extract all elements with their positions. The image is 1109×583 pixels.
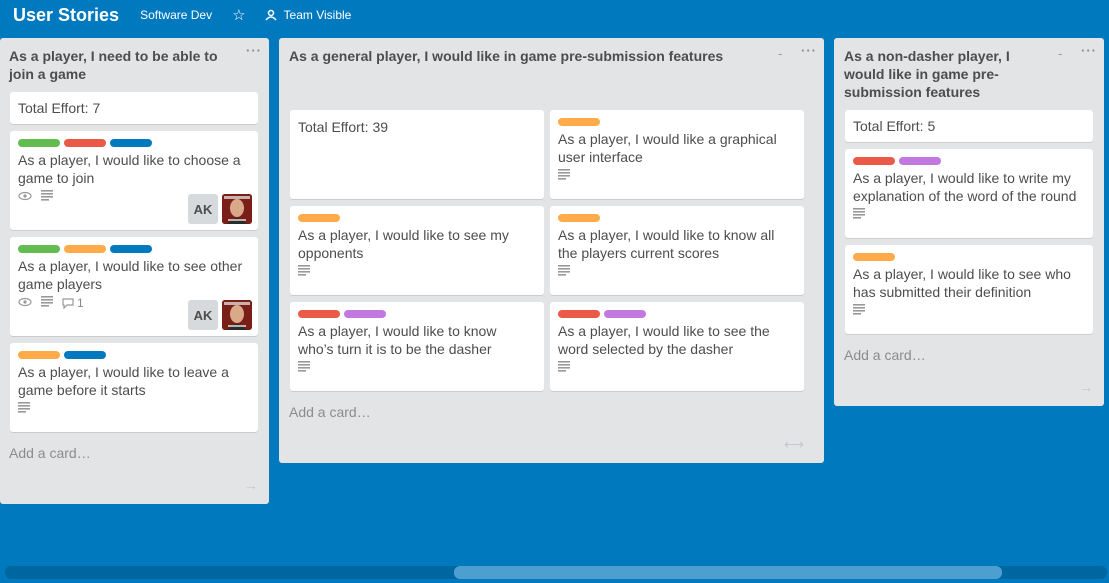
label-orange (558, 118, 600, 126)
label-purple (604, 310, 646, 318)
card-title: As a player, I would like to see who has … (853, 266, 1071, 300)
watch-eye-icon (18, 294, 32, 312)
description-icon (298, 263, 310, 281)
description-icon (853, 206, 865, 224)
card-title: As a player, I would like to know who’s t… (298, 323, 497, 357)
member-avatar-photo[interactable] (222, 194, 252, 224)
card-title: As a player, I would like to leave a game… (18, 364, 229, 398)
label-purple (344, 310, 386, 318)
label-red (64, 139, 106, 147)
description-icon (18, 400, 30, 418)
list-menu-icon[interactable]: ··· (801, 43, 817, 58)
label-green (18, 139, 60, 147)
label-blue (110, 139, 152, 147)
member-avatar-initials[interactable]: AK (188, 194, 218, 224)
description-icon (853, 302, 865, 320)
label-red (558, 310, 600, 318)
effort-card[interactable]: Total Effort: 39 (290, 110, 544, 199)
board-header: User Stories Software Dev ☆ Team Visible (0, 0, 1109, 30)
list-menu-icon[interactable]: ··· (246, 43, 262, 58)
list-card[interactable]: As a player, I would like to see the word… (550, 302, 804, 391)
add-card-link[interactable]: Add a card… (844, 347, 926, 363)
list-card[interactable]: As a player, I would like to know who’s t… (290, 302, 544, 391)
list-dash: - (1058, 46, 1063, 61)
team-button[interactable]: Software Dev (140, 8, 212, 22)
label-purple (899, 157, 941, 165)
list-card[interactable]: As a player, I would like to leave a game… (10, 343, 258, 432)
label-blue (64, 351, 106, 359)
description-icon (298, 359, 310, 377)
list-card[interactable]: As a player, I would like to see who has … (845, 245, 1093, 334)
list-title[interactable]: As a general player, I would like in gam… (289, 47, 723, 65)
board-title[interactable]: User Stories (13, 5, 119, 26)
card-title: As a player, I would like to see other ga… (18, 258, 243, 292)
label-orange (558, 214, 600, 222)
list-card[interactable]: As a player, I would like to choose a gam… (10, 131, 258, 230)
list-general-player: As a general player, I would like in gam… (279, 38, 824, 463)
description-icon (41, 188, 53, 206)
comment-icon: 1 (62, 296, 84, 310)
arrow-right-icon: → (244, 477, 258, 493)
add-card-link[interactable]: Add a card… (9, 445, 91, 461)
member-avatar-initials[interactable]: AK (188, 300, 218, 330)
visibility-button[interactable]: Team Visible (284, 8, 352, 22)
card-title: As a player, I would like a graphical use… (558, 131, 777, 165)
label-red (298, 310, 340, 318)
list-card[interactable]: As a player, I would like to see other ga… (10, 237, 258, 336)
card-title: As a player, I would like to write my exp… (853, 170, 1077, 204)
card-title: As a player, I would like to choose a gam… (18, 152, 241, 186)
label-orange (853, 253, 895, 261)
label-orange (18, 351, 60, 359)
list-non-dasher: As a non-dasher player, I would like in … (834, 38, 1104, 406)
list-join-game: As a player, I need to be able to join a… (0, 38, 269, 504)
card-title: As a player, I would like to see my oppon… (298, 227, 509, 261)
list-dash: - (778, 46, 783, 61)
label-green (18, 245, 60, 253)
description-icon (41, 294, 53, 312)
label-blue (110, 245, 152, 253)
add-card-link[interactable]: Add a card… (289, 404, 371, 420)
arrow-right-icon: → (1079, 379, 1093, 395)
label-orange (298, 214, 340, 222)
comment-count: 1 (77, 296, 84, 310)
list-card[interactable]: As a player, I would like to see my oppon… (290, 206, 544, 295)
effort-card[interactable]: Total Effort: 5 (845, 110, 1093, 142)
list-card[interactable]: As a player, I would like to know all the… (550, 206, 804, 295)
star-icon[interactable]: ☆ (232, 6, 245, 24)
list-title[interactable]: As a non-dasher player, I would like in … (844, 47, 1010, 101)
list-title[interactable]: As a player, I need to be able to join a… (9, 47, 218, 83)
card-title: As a player, I would like to see the word… (558, 323, 770, 357)
list-card[interactable]: As a player, I would like to write my exp… (845, 149, 1093, 238)
description-icon (558, 263, 570, 281)
list-card[interactable]: As a player, I would like a graphical use… (550, 110, 804, 199)
team-icon[interactable] (264, 9, 277, 21)
horizontal-scrollbar-thumb[interactable] (454, 566, 1002, 579)
arrows-horizontal-icon: ⟷ (784, 436, 805, 452)
label-red (853, 157, 895, 165)
list-menu-icon[interactable]: ··· (1081, 43, 1097, 58)
watch-eye-icon (18, 188, 32, 206)
label-orange (64, 245, 106, 253)
effort-card[interactable]: Total Effort: 7 (10, 92, 258, 124)
description-icon (558, 359, 570, 377)
description-icon (558, 167, 570, 185)
member-avatar-photo[interactable] (222, 300, 252, 330)
card-title: As a player, I would like to know all the… (558, 227, 775, 261)
